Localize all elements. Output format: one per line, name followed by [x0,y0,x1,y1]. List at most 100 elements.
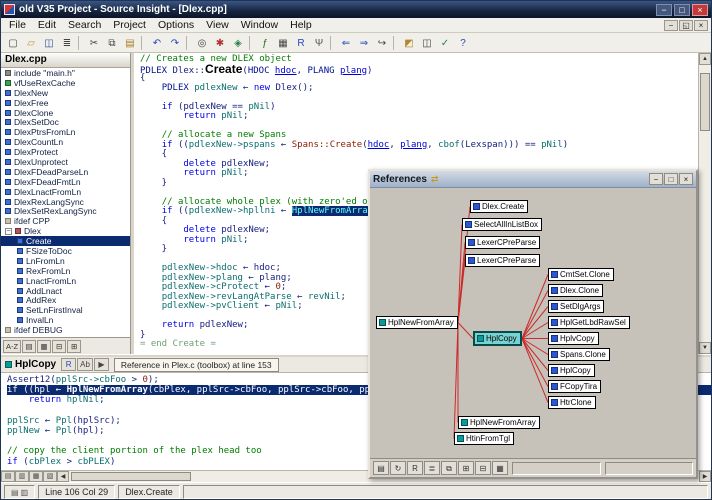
ref-node-lexercpreparse[interactable]: LexerCPreParse [465,236,540,249]
ref-node-hplcopy[interactable]: HplCopy [548,364,595,377]
sidebar-item-dlexrexlangsync[interactable]: DlexRexLangSync [1,197,130,207]
references-grid-button[interactable]: ▦ [492,461,508,475]
toolbar-open-file-button[interactable]: ▱ [22,35,40,51]
expand-all-button[interactable]: ⊞ [67,340,81,353]
sidebar-item-include-main-h[interactable]: include "main.h" [1,68,130,78]
code-line[interactable]: PDLEX pdlexNew ← new Dlex(); [140,84,698,94]
toolbar-bookmark-button[interactable]: ◩ [400,35,418,51]
references-refresh-button[interactable]: ↻ [390,461,406,475]
sort-alphabetic-button[interactable]: A-Z [3,340,21,353]
ref-node-htinfromtgl[interactable]: HtinFromTgl [454,432,514,445]
next-reference[interactable]: ▶ [94,358,109,371]
references-zoom-in-button[interactable]: ⊞ [458,461,474,475]
reference-icon[interactable]: R [61,358,76,371]
sidebar-item-vfuserexcache[interactable]: vfUseRexCache [1,78,130,88]
toolbar-new-file-button[interactable]: ▢ [4,35,22,51]
references-minimize-button[interactable]: − [649,173,663,185]
close-button[interactable]: × [692,4,708,16]
mdi-minimize-button[interactable]: − [664,20,678,31]
sidebar-item-rexfromln[interactable]: RexFromLn [1,266,130,276]
references-view-mode-button[interactable]: ▤ [373,461,389,475]
ref-node-htrclone[interactable]: HtrClone [548,396,596,409]
menu-view[interactable]: View [200,19,235,31]
sidebar-item-dlexfdeadparseln[interactable]: DlexFDeadParseLn [1,167,130,177]
sidebar-item-create[interactable]: Create [1,236,130,246]
context-reference-tab[interactable]: Reference in Plex.c (toolbox) at line 15… [114,358,279,372]
ref-node-lexercpreparse[interactable]: LexerCPreParse [465,254,540,267]
toolbar-cut-button[interactable]: ✂ [85,35,103,51]
menu-search[interactable]: Search [62,19,107,31]
group-symbols-button[interactable]: ▦ [37,340,51,353]
ref-node-dlex-create[interactable]: Dlex.Create [470,200,528,213]
sidebar-item-invalln[interactable]: InvalLn [1,315,130,325]
ref-node-dlex-clone[interactable]: Dlex.Clone [548,284,603,297]
scroll-up-button[interactable]: ▲ [699,53,711,65]
sidebar-item-lnactfromln[interactable]: LnactFromLn [1,276,130,286]
scroll-left-button[interactable]: ◀ [57,471,69,482]
toolbar-redo-button[interactable]: ↷ [166,35,184,51]
references-maximize-button[interactable]: □ [664,173,678,185]
ref-node-hplnewfromarray[interactable]: HplNewFromArray [376,316,458,329]
toolbar-print-button[interactable]: ≣ [58,35,76,51]
menu-file[interactable]: File [3,19,32,31]
scroll-right-button[interactable]: ▶ [699,471,711,482]
sidebar-item-dlexcountln[interactable]: DlexCountLn [1,137,130,147]
ref-node-setdlgargs[interactable]: SetDlgArgs [548,300,604,313]
toolbar-replace-button[interactable]: ✱ [211,35,229,51]
context-mode-project-button[interactable]: ▦ [29,471,43,482]
ref-node-spans-clone[interactable]: Spans.Clone [548,348,610,361]
sidebar-item-dlexprotect[interactable]: DlexProtect [1,147,130,157]
toolbar-copy-button[interactable]: ⧉ [103,35,121,51]
sidebar-item-addlnact[interactable]: AddLnact [1,286,130,296]
toolbar-reference-button[interactable]: R [292,35,310,51]
ab-case-icon[interactable]: Ab [77,358,93,371]
menu-options[interactable]: Options [152,19,200,31]
sidebar-item-lnfromln[interactable]: LnFromLn [1,256,130,266]
toolbar-undo-button[interactable]: ↶ [148,35,166,51]
mdi-restore-button[interactable]: ◱ [679,20,693,31]
code-line[interactable]: PDLEX Dlex::Create(HDOC hdoc, PLANG plan… [140,65,698,75]
editor-vertical-scrollbar[interactable]: ▲ ▼ [698,53,711,354]
references-reference-button[interactable]: R [407,461,423,475]
collapse-all-button[interactable]: ⊟ [52,340,66,353]
toolbar-search-files-button[interactable]: ◈ [229,35,247,51]
context-mode-file-button[interactable]: ▥ [15,471,29,482]
context-mode-browse-button[interactable]: ▧ [43,471,57,482]
maximize-button[interactable]: □ [674,4,690,16]
sidebar-item-ifdef-debug[interactable]: ifdef DEBUG [1,325,130,335]
minimize-button[interactable]: − [656,4,672,16]
toolbar-split-window-button[interactable]: ◫ [418,35,436,51]
sidebar-item-dlex[interactable]: −Dlex [1,226,130,236]
ref-node-hplcopy[interactable]: HplCopy [473,331,522,346]
references-print-button[interactable]: ≣ [424,461,440,475]
sidebar-item-dlexlnactfromln[interactable]: DlexLnactFromLn [1,187,130,197]
sidebar-item-dlexsetrexlangsync[interactable]: DlexSetRexLangSync [1,206,130,216]
sidebar-item-dlexunprotect[interactable]: DlexUnprotect [1,157,130,167]
mdi-close-button[interactable]: × [694,20,708,31]
references-titlebar[interactable]: References ⇄ −□× [370,171,696,188]
menu-edit[interactable]: Edit [32,19,62,31]
ref-node-fcopytira[interactable]: FCopyTira [548,380,601,393]
code-line[interactable]: if ((pdlexNew->pspans ← Spans::Create(hd… [140,141,698,151]
menu-help[interactable]: Help [284,19,318,31]
scroll-down-button[interactable]: ▼ [699,342,711,354]
tree-expander-icon[interactable]: − [5,228,12,235]
toolbar-check-button[interactable]: ✓ [436,35,454,51]
sidebar-item-dlexfdeadfmtln[interactable]: DlexFDeadFmtLn [1,177,130,187]
sidebar-item-dlexclone[interactable]: DlexClone [1,108,130,118]
ref-node-selectallinlistbox[interactable]: SelectAllInListBox [462,218,542,231]
toolbar-browse-files-button[interactable]: ▦ [274,35,292,51]
code-line[interactable]: return pNil; [140,112,698,122]
references-close-button[interactable]: × [679,173,693,185]
sidebar-item-addrex[interactable]: AddRex [1,295,130,305]
toolbar-paste-button[interactable]: ▤ [121,35,139,51]
toolbar-jump-forward-button[interactable]: ⇒ [355,35,373,51]
toolbar-search-button[interactable]: ◎ [193,35,211,51]
sort-by-type-button[interactable]: ▤ [22,340,36,353]
toolbar-jump-back-button[interactable]: ⇐ [337,35,355,51]
toolbar-symbol-list-button[interactable]: ƒ [256,35,274,51]
context-mode-symbol-button[interactable]: ▤ [1,471,15,482]
toolbar-call-tree-button[interactable]: Ψ [310,35,328,51]
scrollbar-thumb[interactable] [700,73,710,131]
references-copy-button[interactable]: ⧉ [441,461,457,475]
